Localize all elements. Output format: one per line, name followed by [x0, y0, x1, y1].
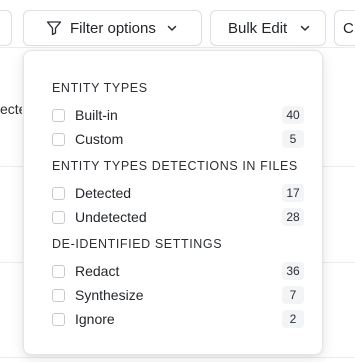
- option-label: Detected: [75, 185, 132, 201]
- section-header: ENTITY TYPES DETECTIONS IN FILES: [52, 159, 298, 173]
- table-row-divider: [0, 47, 355, 48]
- checkbox[interactable]: [52, 288, 65, 302]
- option-built-in[interactable]: Built-in 40: [52, 103, 304, 127]
- chevron-down-icon: [299, 22, 311, 34]
- section-header: ENTITY TYPES: [52, 81, 148, 95]
- filter-options-menu: ENTITY TYPES Built-in 40 Custom 5 ENTITY…: [23, 50, 323, 355]
- count-badge: 36: [282, 262, 304, 280]
- option-label: Undetected: [75, 209, 147, 225]
- option-label: Redact: [75, 263, 120, 279]
- option-synthesize[interactable]: Synthesize 7: [52, 283, 304, 307]
- section-de-identified-settings: DE-IDENTIFIED SETTINGS Redact 36 Synthes…: [52, 235, 304, 331]
- section-header: DE-IDENTIFIED SETTINGS: [52, 237, 223, 251]
- funnel-icon: [46, 20, 62, 36]
- count-badge: 28: [282, 208, 304, 226]
- bulk-edit-button[interactable]: Bulk Edit: [210, 10, 326, 46]
- checkbox[interactable]: [52, 264, 65, 278]
- option-redact[interactable]: Redact 36: [52, 259, 304, 283]
- option-detected[interactable]: Detected 17: [52, 181, 304, 205]
- option-label: Built-in: [75, 107, 118, 123]
- filter-options-button[interactable]: Filter options: [23, 10, 202, 46]
- count-badge: 5: [282, 130, 304, 148]
- option-label: Custom: [75, 131, 124, 147]
- bulk-edit-label: Bulk Edit: [228, 19, 288, 37]
- checkbox[interactable]: [52, 312, 65, 326]
- count-badge: 40: [282, 106, 304, 124]
- table-row-divider: [0, 357, 355, 358]
- chevron-down-icon: [166, 22, 178, 34]
- checkbox[interactable]: [52, 132, 65, 146]
- table-cell-fragment: ecte: [0, 101, 22, 117]
- page: ecte Filter options Bulk Edit C ENTITY T…: [0, 0, 355, 362]
- section-entity-types: ENTITY TYPES Built-in 40 Custom 5: [52, 79, 304, 151]
- option-undetected[interactable]: Undetected 28: [52, 205, 304, 229]
- section-entity-type-detections: ENTITY TYPES DETECTIONS IN FILES Detecte…: [52, 157, 304, 229]
- option-ignore[interactable]: Ignore 2: [52, 307, 304, 331]
- option-label: Synthesize: [75, 287, 144, 303]
- checkbox[interactable]: [52, 186, 65, 200]
- toolbar-left-button[interactable]: [0, 10, 12, 46]
- option-label: Ignore: [75, 311, 115, 327]
- toolbar-right-button[interactable]: C: [334, 10, 355, 46]
- count-badge: 2: [282, 310, 304, 328]
- filter-options-label: Filter options: [70, 19, 156, 37]
- toolbar-right-button-label: C: [343, 19, 354, 37]
- checkbox[interactable]: [52, 108, 65, 122]
- option-custom[interactable]: Custom 5: [52, 127, 304, 151]
- checkbox[interactable]: [52, 210, 65, 224]
- count-badge: 17: [282, 184, 304, 202]
- count-badge: 7: [282, 286, 304, 304]
